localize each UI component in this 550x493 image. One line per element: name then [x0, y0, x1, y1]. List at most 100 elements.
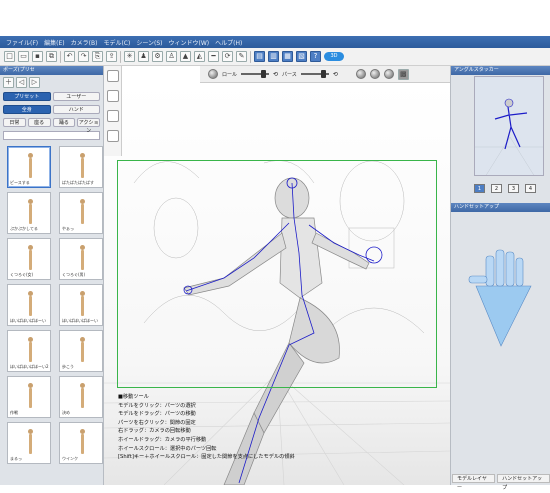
tab-hand-setup[interactable]: ハンドセットアップ — [497, 474, 550, 491]
light-icon[interactable]: ✳ — [124, 51, 135, 62]
pose-thumbnail[interactable]: ほいぱほいぱほーい — [59, 284, 103, 326]
lighting-icon[interactable] — [355, 69, 366, 79]
menu-model[interactable]: モデル(C) — [103, 38, 130, 47]
pose-thumbnail[interactable]: やぁっ — [59, 192, 103, 234]
angle-buttons: 1 2 3 4 — [474, 184, 536, 193]
category-dance[interactable]: 踊る — [52, 118, 76, 127]
angle-button-2[interactable]: 2 — [491, 184, 502, 193]
pose-caption: やぁっ — [62, 226, 74, 231]
menu-scene[interactable]: シーン(S) — [136, 38, 162, 47]
angle-panel-title: アングルスタッカー — [451, 66, 550, 75]
pose-thumbnail[interactable]: ぷかぷかしてる — [7, 192, 51, 234]
reset-icon[interactable]: ⟲ — [333, 71, 338, 78]
pose-thumbnail[interactable]: ぱたぱたぱたぱす — [59, 146, 103, 188]
paste-icon[interactable]: ⎘ — [92, 51, 103, 62]
angle-button-3[interactable]: 3 — [508, 184, 519, 193]
help-line: [Shift]キー＋ホイールスクロール：固定した関節を支点にしたモデルの傾斜 — [118, 454, 295, 461]
figure-icon[interactable]: ♙ — [166, 51, 177, 62]
pose-thumbnail[interactable]: 作戦 — [7, 376, 51, 418]
pose-panel: ポーズ(プリセ ＋ ◁ ▷ プリセット ユーザー 全身 ハンド 日常 座る 踊る… — [0, 66, 104, 485]
angle-button-4[interactable]: 4 — [525, 184, 536, 193]
tab-preset[interactable]: プリセット — [3, 92, 51, 101]
toolbar-divider — [250, 50, 251, 63]
layout-grid-icon[interactable]: ▦ — [282, 51, 293, 62]
menu-help[interactable]: ヘルプ(H) — [215, 38, 242, 47]
toolbar-divider — [120, 50, 121, 63]
move-tool-icon[interactable] — [107, 70, 119, 82]
pose-caption: ピースする — [10, 180, 30, 185]
layout-quad-icon[interactable]: ▧ — [296, 51, 307, 62]
pen-icon[interactable]: ✎ — [236, 51, 247, 62]
angle-preview[interactable] — [474, 76, 544, 176]
help-line: モデルをクリック：パーツの選択 — [118, 402, 196, 409]
material-icon[interactable] — [383, 69, 394, 79]
panel-forward-icon[interactable]: ▷ — [29, 77, 40, 88]
pose-caption: くつろぐ(男) — [62, 272, 86, 277]
save-icon[interactable]: ▪ — [32, 51, 43, 62]
pose-thumbnail[interactable]: 歩こう — [59, 330, 103, 372]
help-line: ホイールドラッグ：カメラの平行移動 — [118, 436, 207, 443]
new-file-icon[interactable]: □ — [4, 51, 15, 62]
copy-icon[interactable]: ⧉ — [46, 51, 57, 62]
perspective-slider[interactable] — [300, 70, 329, 78]
pose-caption: ほいぱほいぱほーい — [62, 318, 98, 323]
angle-preview-scene — [475, 77, 543, 175]
rotate-tool-icon[interactable] — [107, 90, 119, 102]
tab-model-layer[interactable]: モデルレイヤー — [452, 474, 496, 491]
layout-single-icon[interactable]: ▤ — [254, 51, 265, 62]
pose-caption: 決め — [62, 410, 70, 415]
texture-icon[interactable]: ▩ — [397, 68, 409, 80]
open-folder-icon[interactable]: ▭ — [18, 51, 29, 62]
mountain-icon[interactable]: ▲ — [180, 51, 191, 62]
camera-toolbar: ロール ⟲ パース ⟲ ▩ — [200, 66, 450, 83]
undo-icon[interactable]: ↶ — [64, 51, 75, 62]
help-line: モデルをドラッグ：パーツの移動 — [118, 411, 196, 418]
angle-button-1[interactable]: 1 — [474, 184, 485, 193]
hand-tool-icon[interactable] — [107, 130, 119, 142]
menu-file[interactable]: ファイル(F) — [6, 38, 38, 47]
panel-back-icon[interactable]: ◁ — [16, 77, 27, 88]
tab-hand[interactable]: ハンド — [52, 105, 100, 114]
menu-window[interactable]: ウィンドウ(W) — [169, 38, 210, 47]
panel-add-icon[interactable]: ＋ — [3, 77, 14, 88]
pose-thumbnail[interactable]: 決め — [59, 376, 103, 418]
landscape-icon[interactable]: ◭ — [194, 51, 205, 62]
menu-edit[interactable]: 編集(E) — [44, 38, 64, 47]
right-bottom-tabs: モデルレイヤー ハンドセットアップ — [452, 474, 550, 491]
category-daily[interactable]: 日常 — [3, 118, 26, 127]
pose-caption: 歩こう — [62, 364, 74, 369]
category-sit[interactable]: 座る — [27, 118, 51, 127]
pose-thumbnail[interactable]: ほいぱほいぱほーい — [7, 284, 51, 326]
sync-icon[interactable]: ⟳ — [222, 51, 233, 62]
pose-thumbnail[interactable]: まるっ — [7, 422, 51, 464]
pose-thumbnail[interactable]: ウインク — [59, 422, 103, 464]
layout-split-icon[interactable]: ▥ — [268, 51, 279, 62]
tool-strip — [104, 66, 122, 156]
tab-full-body[interactable]: 全身 — [3, 105, 51, 114]
redo-icon[interactable]: ↷ — [78, 51, 89, 62]
shading-icon[interactable] — [369, 69, 380, 79]
pose-caption: ぱたぱたぱたぱす — [62, 180, 94, 185]
tab-user[interactable]: ユーザー — [52, 92, 100, 101]
refresh-icon[interactable]: ⟲ — [273, 71, 278, 78]
orbit-tool-icon[interactable] — [107, 110, 119, 122]
gear-icon[interactable]: ⚙ — [152, 51, 163, 62]
pose-thumbnail[interactable]: ピースする — [7, 146, 51, 188]
render-frame — [117, 160, 437, 388]
category-action[interactable]: アクション — [77, 118, 100, 134]
line-icon[interactable]: ━ — [208, 51, 219, 62]
menu-camera[interactable]: カメラ(B) — [71, 38, 98, 47]
display-mode-icon[interactable] — [208, 69, 218, 79]
help-icon[interactable]: ? — [310, 51, 321, 62]
pose-thumbnail[interactable]: ほいぱほいぱほーい2 — [7, 330, 51, 372]
pose-thumbnail[interactable]: くつろぐ(女) — [7, 238, 51, 280]
menu-bar: ファイル(F) 編集(E) カメラ(B) モデル(C) シーン(S) ウィンドウ… — [0, 36, 550, 48]
pose-thumbnail[interactable]: くつろぐ(男) — [59, 238, 103, 280]
help-line: パーツを右クリック：関節の固定 — [118, 419, 196, 426]
3d-toggle-button[interactable]: 3D — [324, 52, 344, 61]
perspective-label: パース — [282, 71, 297, 78]
character-icon[interactable]: ♟ — [138, 51, 149, 62]
export-icon[interactable]: ⇪ — [106, 51, 117, 62]
window-titlebar — [0, 0, 550, 36]
roll-slider[interactable] — [241, 70, 270, 78]
